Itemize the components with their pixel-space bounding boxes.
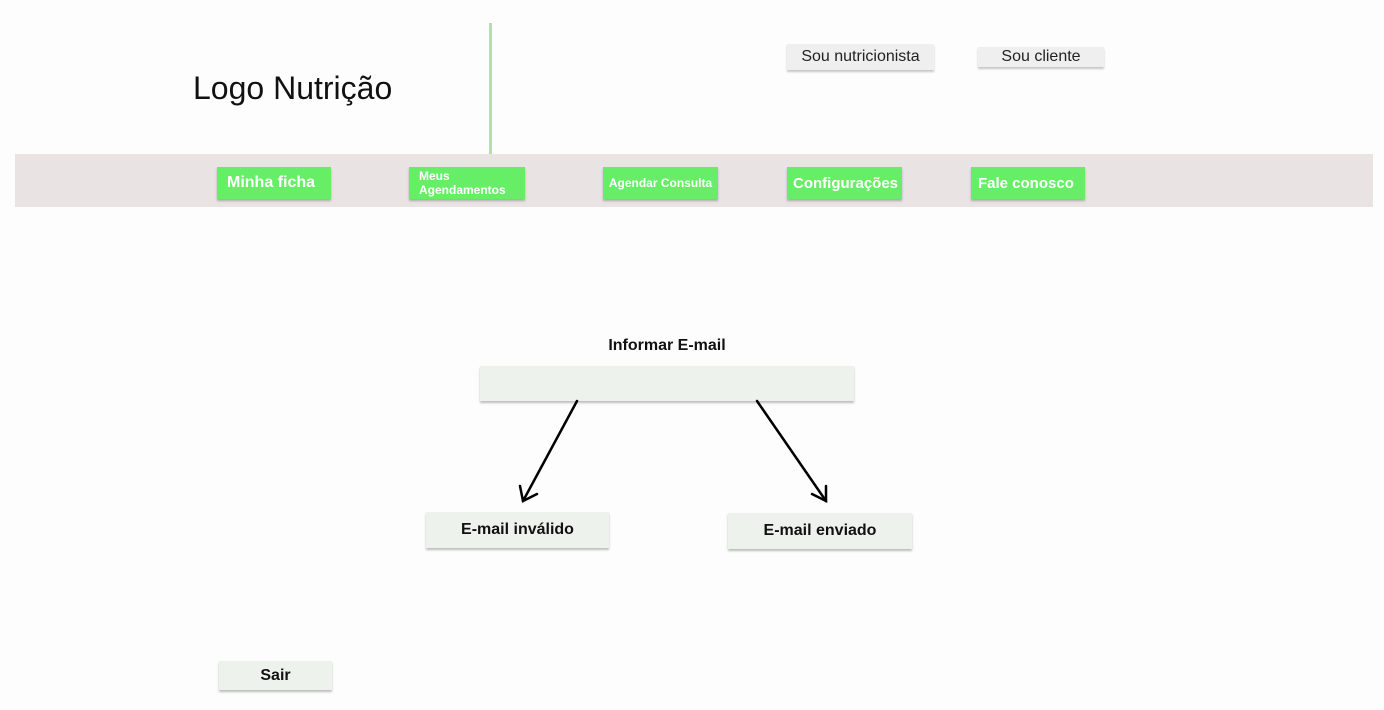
email-label: Informar E-mail — [608, 337, 726, 354]
client-button[interactable]: Sou cliente — [978, 47, 1104, 67]
arrow-to-invalid — [518, 399, 579, 503]
nav-item-meus-agendamentos[interactable]: Meus Agendamentos — [409, 167, 525, 199]
nav-item-agendar-consulta[interactable]: Agendar Consulta — [603, 167, 718, 199]
arrow-to-sent — [755, 399, 828, 504]
page: Logo Nutrição Sou nutricionista Sou clie… — [0, 0, 1384, 710]
header-divider — [489, 23, 492, 155]
nav-bar: Minha ficha Meus Agendamentos Agendar Co… — [15, 154, 1373, 207]
logout-button[interactable]: Sair — [219, 661, 332, 690]
nav-item-minha-ficha[interactable]: Minha ficha — [217, 167, 331, 199]
email-sent-box: E-mail enviado — [728, 513, 912, 549]
logo: Logo Nutrição — [193, 70, 393, 106]
nutritionist-button[interactable]: Sou nutricionista — [787, 44, 934, 70]
email-input[interactable] — [480, 366, 854, 401]
nav-item-configuracoes[interactable]: Configurações — [787, 167, 902, 199]
email-invalid-box: E-mail inválido — [426, 512, 609, 548]
nav-item-fale-conosco[interactable]: Fale conosco — [971, 167, 1085, 199]
